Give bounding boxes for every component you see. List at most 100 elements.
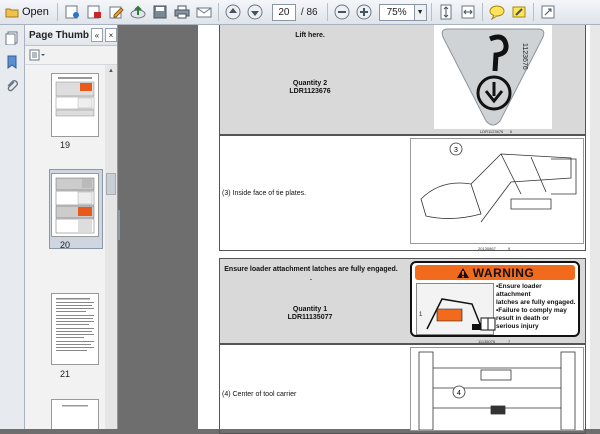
upload-icon [130, 5, 146, 19]
bookmark-icon [7, 55, 17, 69]
separator [217, 3, 219, 21]
thumbnail-label-20: 20 [59, 240, 70, 250]
fit-width-icon [461, 5, 475, 19]
thumbnail-scrollbar[interactable]: ▲ [105, 65, 117, 429]
callout-number: 3 [454, 147, 458, 154]
panel-resize-handle[interactable] [117, 210, 120, 240]
page-preview-21 [56, 298, 94, 351]
open-button[interactable]: Open [1, 2, 53, 22]
document-scrollbar[interactable] [590, 25, 600, 429]
thumbnail-page-20[interactable] [51, 173, 99, 237]
tool-carrier-drawing: 4 [418, 351, 576, 430]
warning-line: •Failure to comply may [496, 307, 567, 314]
row-description: (4) Center of tool carrier [222, 391, 297, 398]
warning-title: WARNING [472, 265, 535, 280]
panel-title: Page Thumbna... [29, 29, 89, 41]
loader-bucket-diagram: 3 [420, 142, 577, 223]
image-caption: LDR1123676 [480, 129, 504, 134]
decal-row-lift: Lift here. Quantity 2 LDR1123676 1123676… [219, 25, 586, 135]
save-icon [153, 5, 167, 19]
highlight-icon [512, 6, 526, 18]
chevron-left-icon: « [94, 30, 100, 40]
expand-button[interactable] [538, 2, 558, 22]
hook-icon [441, 28, 545, 126]
separator [326, 3, 328, 21]
close-icon: × [108, 30, 114, 40]
separator [481, 3, 483, 21]
upload-button[interactable] [128, 2, 148, 22]
pictogram-marker: 1 [419, 312, 423, 318]
email-button[interactable] [194, 2, 214, 22]
location-row-tie-plates: (3) Inside face of tie plates. 3 2013086… [219, 135, 586, 251]
comment-button[interactable] [487, 2, 507, 22]
fit-page-button[interactable] [436, 2, 456, 22]
thumbnail-list: 19 20 21 [25, 65, 105, 429]
fit-page-icon [440, 4, 452, 20]
manual-book-icon [480, 317, 496, 331]
page-preview-19 [55, 77, 95, 117]
row-dot: . [310, 275, 312, 282]
paperclip-icon [7, 80, 18, 92]
location-row-tool-carrier: (4) Center of tool carrier 4 [219, 344, 586, 434]
callout-number: 4 [457, 390, 461, 397]
zoom-select[interactable]: 75% ▼ [378, 2, 427, 22]
lift-decal-image: 1123676 [434, 25, 552, 129]
attachments-nav-button[interactable] [3, 77, 21, 95]
pages-icon [5, 31, 18, 45]
row-part-number: LDR1123676 [289, 88, 331, 95]
page-down-icon [247, 4, 263, 20]
thumbnail-page-21[interactable] [51, 293, 99, 365]
separator [532, 3, 534, 21]
open-label: Open [22, 6, 49, 18]
page-thumbnails-panel: Page Thumbna... « × 19 [25, 25, 118, 429]
collapse-panel-button[interactable]: « [91, 28, 103, 42]
row-description: (3) Inside face of tie plates. [222, 190, 307, 197]
row-part-number: LDR11135077 [287, 314, 333, 321]
decal-number: 1123676 [521, 43, 528, 70]
document-page: Lift here. Quantity 2 LDR1123676 1123676… [198, 25, 590, 434]
zoom-out-button[interactable] [332, 2, 352, 22]
options-button[interactable] [29, 49, 47, 61]
zoom-value: 75% [386, 6, 407, 18]
main-toolbar: Open 20 / 86 75% ▼ [0, 0, 600, 25]
create-pdf-button[interactable] [62, 2, 82, 22]
thumbnail-page-22[interactable] [51, 399, 99, 429]
highlight-button[interactable] [509, 2, 529, 22]
image-caption-number: 6 [510, 129, 513, 134]
print-button[interactable] [172, 2, 192, 22]
next-page-button[interactable] [245, 2, 265, 22]
previous-page-button[interactable] [223, 2, 243, 22]
thumbnail-options-icon [29, 49, 45, 61]
pdf-document-button[interactable] [84, 2, 104, 22]
edit-icon [109, 6, 124, 19]
warning-decal: WARNING 1 •Ensure loader attachment latc… [410, 261, 580, 337]
thumbnail-page-19[interactable] [51, 73, 99, 137]
fit-width-button[interactable] [458, 2, 478, 22]
tool-carrier-diagram: 4 [410, 347, 584, 431]
warning-line: serious injury [496, 323, 539, 330]
tie-plates-diagram: 3 [410, 138, 584, 244]
zoom-out-icon [334, 4, 350, 20]
warning-line: •Ensure loader attachment [496, 283, 542, 298]
warning-line: result in death or [496, 315, 549, 322]
image-caption: 20130867 [478, 246, 496, 251]
page-number-input[interactable]: 20 [271, 3, 296, 21]
close-panel-button[interactable]: × [105, 28, 117, 42]
scroll-up-icon[interactable]: ▲ [105, 65, 117, 77]
comment-icon [489, 5, 505, 20]
row-quantity: Quantity 1 [292, 306, 328, 313]
bookmarks-nav-button[interactable] [3, 53, 21, 71]
pages-nav-button[interactable] [3, 29, 21, 47]
page-preview-22 [62, 405, 88, 407]
edit-button[interactable] [106, 2, 126, 22]
zoom-in-button[interactable] [354, 2, 374, 22]
expand-icon [541, 5, 555, 19]
thumbnail-label-19: 19 [59, 140, 70, 150]
email-icon [196, 7, 212, 18]
chevron-down-icon[interactable]: ▼ [413, 4, 426, 20]
save-button[interactable] [150, 2, 170, 22]
thumbnail-label-21: 21 [59, 369, 70, 379]
print-to-pdf-icon [65, 5, 79, 19]
folder-open-icon [5, 8, 19, 18]
scrollbar-thumb[interactable] [106, 173, 116, 195]
